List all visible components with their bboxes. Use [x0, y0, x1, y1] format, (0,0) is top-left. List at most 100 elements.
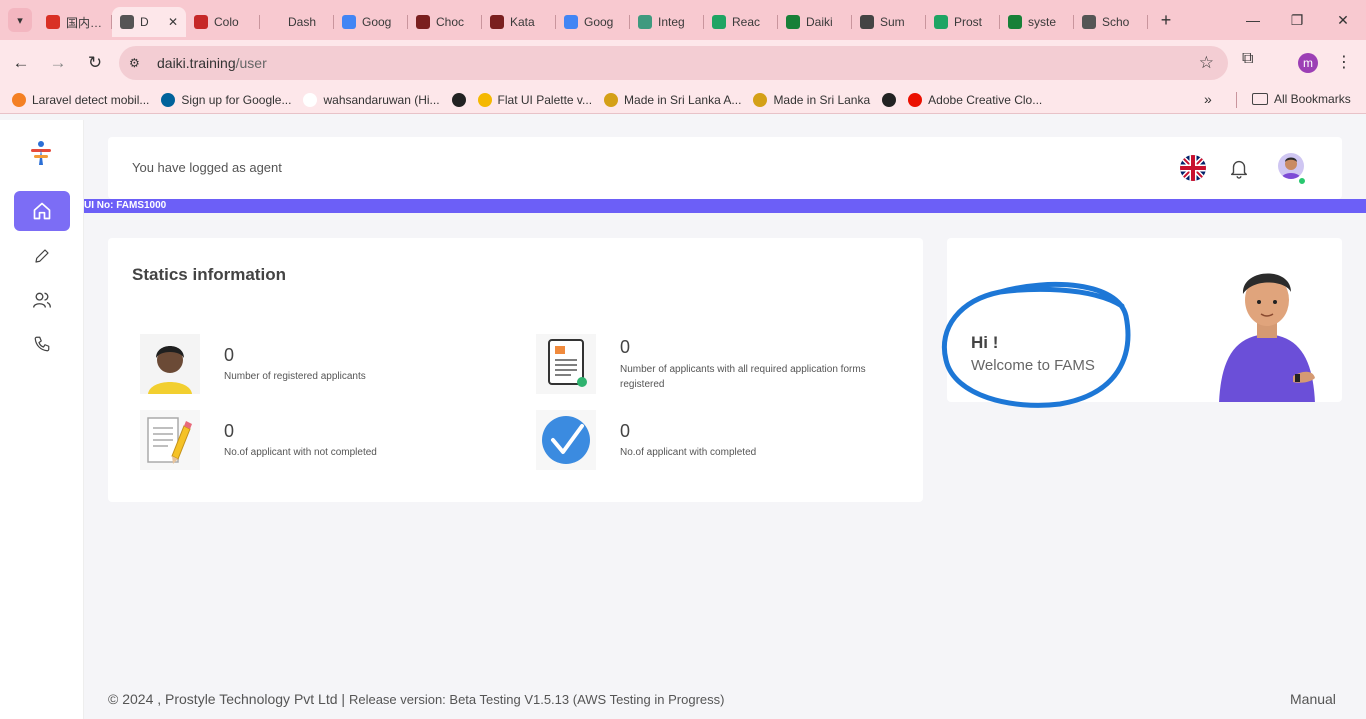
browser-tab[interactable]: Daiki — [778, 7, 852, 37]
browser-tab[interactable]: Reac — [704, 7, 778, 37]
bookmark-item[interactable]: Flat UI Palette v... — [477, 92, 592, 107]
browser-tab[interactable]: Prost — [926, 7, 1000, 37]
bookmark-favicon-icon — [753, 92, 768, 107]
welcome-message: Welcome to FAMS — [971, 357, 1095, 374]
bookmark-item[interactable] — [451, 92, 466, 107]
bookmark-star-icon[interactable]: ☆ — [1199, 53, 1214, 73]
bookmark-label: Adobe Creative Clo... — [928, 92, 1043, 107]
browser-tab[interactable]: syste — [1000, 7, 1074, 37]
online-status-dot — [1298, 177, 1306, 185]
tab-favicon-icon — [564, 15, 578, 29]
browser-tab[interactable]: D ✕ — [112, 7, 186, 37]
stats-title: Statics information — [132, 265, 286, 284]
browser-tab[interactable]: Goog — [334, 7, 408, 37]
bookmark-item[interactable]: Sign up for Google... — [161, 92, 291, 107]
user-avatar[interactable] — [1278, 153, 1304, 179]
browser-toolbar: ← → ↻ ⚙ daiki.training/user ☆ ⧉ m ⋮ — [0, 40, 1366, 86]
tab-favicon-icon — [268, 15, 282, 29]
tab-favicon-icon — [46, 15, 60, 29]
stat-label: Number of registered applicants — [224, 371, 366, 382]
document-pencil-icon — [140, 410, 200, 470]
user-avatar-image — [1281, 157, 1301, 179]
tab-label: Goog — [362, 15, 392, 29]
tab-favicon-icon — [194, 15, 208, 29]
sidebar-item-edit[interactable] — [14, 236, 70, 276]
tab-favicon-icon — [490, 15, 504, 29]
tab-label: D — [140, 15, 149, 29]
release-version-text: Release version: Beta Testing V1.5.13 (A… — [348, 692, 725, 707]
tab-favicon-icon — [1082, 15, 1096, 29]
minimize-button[interactable]: — — [1230, 0, 1276, 40]
top-header-card: You have logged as agent — [108, 137, 1342, 199]
tab-label: Dash — [288, 15, 317, 29]
browser-tab[interactable]: Integ — [630, 7, 704, 37]
bookmark-item[interactable] — [882, 92, 897, 107]
phone-icon — [34, 336, 50, 352]
forward-button[interactable]: → — [42, 47, 74, 79]
url-text: daiki.training/user — [157, 55, 267, 71]
browser-menu-icon[interactable]: ⋮ — [1336, 52, 1352, 72]
browser-tab[interactable]: Choc — [408, 7, 482, 37]
sidebar-item-contact[interactable] — [14, 324, 70, 364]
bookmark-favicon-icon — [12, 92, 26, 107]
bookmark-item[interactable]: Made in Sri Lanka — [753, 92, 870, 107]
footer: © 2024 , Prostyle Technology Pvt Ltd | R… — [108, 691, 724, 707]
browser-tab[interactable]: Kata — [482, 7, 556, 37]
browser-tab-strip: ▾ 国内… D ✕ Colo Dash Goog Choc Kata Goog Integ Reac… — [0, 0, 1366, 40]
new-tab-button[interactable]: + — [1154, 10, 1178, 31]
tab-favicon-icon — [638, 15, 652, 29]
tab-label: Colo — [214, 15, 239, 29]
browser-tab[interactable]: Sum — [852, 7, 926, 37]
tab-favicon-icon — [120, 15, 134, 29]
back-button[interactable]: ← — [5, 47, 37, 79]
profile-avatar[interactable]: m — [1298, 53, 1318, 73]
tab-favicon-icon — [934, 15, 948, 29]
welcome-character-illustration — [1219, 273, 1315, 402]
notification-bell-icon[interactable] — [1228, 157, 1250, 179]
bookmarks-bar: Laravel detect mobil... Sign up for Googl… — [0, 86, 1366, 114]
applicant-avatar-image — [140, 334, 200, 394]
manual-link[interactable]: Manual — [1290, 691, 1336, 707]
stat-label: No.of applicant with not completed — [224, 447, 377, 458]
stat-value: 0 — [620, 337, 631, 357]
statistics-card: Statics information 0 Number of register… — [108, 238, 923, 502]
tab-favicon-icon — [860, 15, 874, 29]
bookmark-item[interactable]: Made in Sri Lanka A... — [604, 92, 741, 107]
uk-flag-icon[interactable] — [1180, 155, 1206, 181]
users-icon — [33, 292, 51, 308]
tab-favicon-icon — [342, 15, 356, 29]
sidebar-item-users[interactable] — [14, 280, 70, 320]
site-info-icon[interactable]: ⚙ — [129, 56, 149, 70]
tab-favicon-icon — [416, 15, 430, 29]
bookmark-label: wahsandaruwan (Hi... — [323, 92, 440, 107]
tab-label: Prost — [954, 15, 983, 29]
folder-icon — [1252, 93, 1268, 105]
browser-tab[interactable]: 国内… — [38, 7, 112, 37]
all-bookmarks-button[interactable]: All Bookmarks — [1252, 92, 1351, 106]
bookmark-item[interactable]: Laravel detect mobil... — [12, 92, 149, 107]
app-root: You have logged as agent UI No: FAMS1000… — [0, 120, 1366, 719]
tab-search-button[interactable]: ▾ — [8, 8, 32, 32]
tab-label: Goog — [584, 15, 614, 29]
restore-button[interactable]: ❐ — [1274, 0, 1320, 40]
reload-button[interactable]: ↻ — [79, 47, 111, 79]
welcome-card: Hi ! Welcome to FAMS — [947, 238, 1342, 402]
greeting-text: Hi ! — [971, 333, 999, 352]
extensions-icon[interactable]: ⧉ — [1242, 50, 1253, 68]
bookmark-favicon-icon — [303, 92, 318, 107]
document-checklist-icon — [536, 334, 596, 394]
sidebar-item-home[interactable] — [14, 191, 70, 231]
tab-close-icon[interactable]: ✕ — [168, 15, 178, 29]
browser-tab[interactable]: Goog — [556, 7, 630, 37]
close-window-button[interactable]: ✕ — [1320, 0, 1366, 40]
stat-value: 0 — [224, 421, 235, 441]
browser-tab[interactable]: Scho — [1074, 7, 1148, 37]
browser-tab[interactable]: Dash — [260, 7, 334, 37]
bookmark-item[interactable]: wahsandaruwan (Hi... — [303, 92, 440, 107]
bookmark-item[interactable]: Adobe Creative Clo... — [908, 92, 1043, 107]
tab-label: Choc — [436, 15, 465, 29]
more-bookmarks-icon[interactable]: » — [1204, 91, 1212, 107]
address-bar[interactable]: ⚙ daiki.training/user ☆ — [119, 46, 1228, 80]
browser-tab[interactable]: Colo — [186, 7, 260, 37]
stat-value: 0 — [620, 421, 631, 441]
